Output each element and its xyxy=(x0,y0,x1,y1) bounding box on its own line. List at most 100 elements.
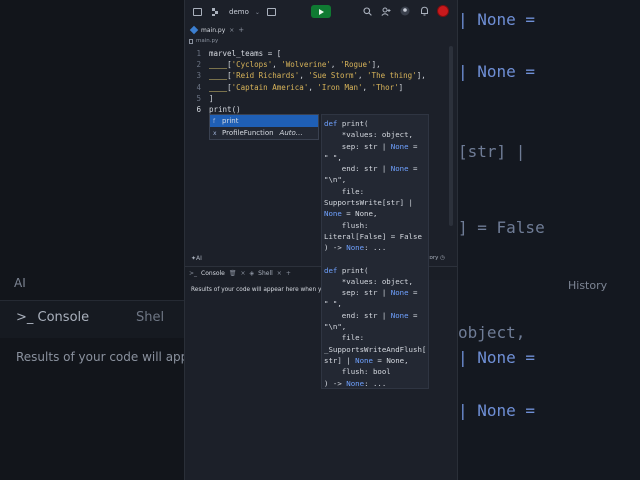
signature-line: *values: object, xyxy=(324,129,426,140)
chevron-down-icon[interactable]: ⌄ xyxy=(255,9,260,16)
top-bar: demo ⌄ xyxy=(185,0,457,24)
ai-label[interactable]: AI xyxy=(196,255,202,262)
signature-token: Literal[False] = False xyxy=(324,231,422,241)
tab-shell[interactable]: Shell xyxy=(258,270,273,277)
layout-icon[interactable] xyxy=(266,6,278,18)
user-avatar[interactable] xyxy=(437,5,449,17)
console-tab-icon: >_ xyxy=(189,270,198,277)
background-code-fragment: object, xyxy=(458,323,526,342)
code-line[interactable]: ____['Cyclops', 'Wolverine', 'Rogue'], xyxy=(209,59,426,70)
signature-line: str] | None = None, xyxy=(324,355,426,366)
replit-mobile-ide: demo ⌄ main.py × + main.py 1 2 3 4 5 6 m… xyxy=(184,0,458,480)
line-number: 6 xyxy=(196,104,201,114)
code-token: ], xyxy=(416,71,426,81)
signature-token: = xyxy=(408,141,418,151)
file-tab-main-py[interactable]: main.py xyxy=(201,27,225,34)
python-file-icon xyxy=(189,25,199,35)
signature-token: flush: xyxy=(324,220,369,230)
signature-line: _SupportsWriteAndFlush[ xyxy=(324,344,426,355)
line-number: 2 xyxy=(196,60,201,70)
signature-line: ) -> None: ... xyxy=(324,242,426,253)
background-code-fragment: ] = False xyxy=(458,218,545,237)
line-number: 4 xyxy=(196,82,201,92)
top-bar-actions xyxy=(361,5,449,17)
close-shell-tab-icon[interactable]: × xyxy=(277,270,282,277)
string-token: 'Cyclops' xyxy=(231,60,273,70)
run-button[interactable] xyxy=(311,5,331,18)
string-token: 'Sue Storm' xyxy=(308,71,359,81)
signature-line: SupportsWrite[str] | xyxy=(324,197,426,208)
signature-token: file: xyxy=(324,333,365,343)
signature-line: None = None, xyxy=(324,208,426,219)
sidebar-toggle-icon[interactable] xyxy=(191,6,203,18)
background-code-fragment: | None = xyxy=(458,62,536,81)
background-code-fragment: | None = xyxy=(458,401,536,420)
breadcrumb-file[interactable]: main.py xyxy=(196,38,218,44)
signature-token: str] | xyxy=(324,355,356,365)
signature-separator xyxy=(324,254,426,265)
keyword-token: None xyxy=(390,288,409,298)
code-line[interactable]: ____['Captain America', 'Iron Man', 'Tho… xyxy=(209,82,426,93)
add-tab-icon[interactable]: + xyxy=(286,270,291,277)
signature-token: " ", xyxy=(324,152,342,162)
string-token: 'Thor' xyxy=(371,82,399,92)
code-line[interactable]: ____['Reid Richards', 'Sue Storm', 'The … xyxy=(209,70,426,81)
signature-line: "\n", xyxy=(324,174,426,185)
keyword-token: None xyxy=(355,355,373,365)
background-shell-label: Shel xyxy=(136,310,165,325)
signature-token: : ... xyxy=(364,243,387,253)
line-number-gutter: 1 23456 xyxy=(185,48,203,115)
code-content[interactable]: marvel_teams = [____['Cyclops', 'Wolveri… xyxy=(209,48,426,115)
background-code-fragment: | None = xyxy=(458,10,536,29)
community-icon[interactable] xyxy=(399,5,411,17)
trash-icon[interactable]: 🗑 xyxy=(229,270,237,277)
play-icon xyxy=(318,8,324,15)
code-line[interactable]: marvel_teams = [ xyxy=(209,48,426,59)
signature-token: = xyxy=(408,288,418,298)
string-token: 'Wolverine' xyxy=(281,60,331,70)
signature-token: *values: object, xyxy=(324,276,413,286)
search-icon[interactable] xyxy=(361,5,373,17)
code-token: print() xyxy=(209,104,241,114)
code-token: ] xyxy=(209,93,214,103)
tab-console[interactable]: Console xyxy=(201,270,225,277)
autocomplete-item[interactable]: f print xyxy=(210,115,318,127)
console-placeholder-text: Results of your code will appear here wh… xyxy=(191,287,329,293)
string-token: 'Rogue' xyxy=(339,60,372,70)
code-token: , xyxy=(362,82,372,92)
code-token: , xyxy=(330,60,340,70)
new-tab-icon[interactable]: + xyxy=(238,26,244,34)
signature-token: _SupportsWriteAndFlush[ xyxy=(324,344,427,354)
background-console-label: >_ Console xyxy=(16,310,90,325)
notification-bell-icon[interactable] xyxy=(418,5,430,17)
signature-line: end: str | None = xyxy=(324,163,426,174)
signature-line: sep: str | None = xyxy=(324,141,426,152)
close-console-tab-icon[interactable]: × xyxy=(240,270,245,277)
string-token: 'Reid Richards' xyxy=(231,71,300,81)
signature-help-popup: def print( *values: object, sep: str | N… xyxy=(321,114,429,389)
autocomplete-item[interactable]: x ProfileFunction Auto… xyxy=(210,127,318,139)
code-line[interactable]: ] xyxy=(209,93,426,104)
keyword-token: None xyxy=(390,164,409,174)
background-ai-label: AI xyxy=(14,276,26,290)
repl-logo-icon[interactable] xyxy=(209,6,221,18)
signature-token: = None, xyxy=(341,209,378,219)
line-number: 5 xyxy=(196,93,201,103)
close-tab-icon[interactable]: × xyxy=(229,27,234,34)
editor-scrollbar[interactable] xyxy=(449,46,453,226)
keyword-token: def xyxy=(324,265,342,275)
completion-kind-icon: x xyxy=(213,129,217,137)
file-icon xyxy=(189,38,193,44)
indent-guide: ____ xyxy=(209,82,228,92)
signature-token: = xyxy=(408,310,418,320)
completion-kind-icon: f xyxy=(213,117,216,125)
string-token: 'Iron Man' xyxy=(317,82,363,92)
keyword-token: None xyxy=(346,378,365,388)
repl-name[interactable]: demo xyxy=(229,8,249,16)
signature-token: SupportsWrite[str] | xyxy=(324,198,413,208)
invite-user-icon[interactable] xyxy=(380,5,392,17)
signature-line: *values: object, xyxy=(324,276,426,287)
signature-line: ) -> None: ... xyxy=(324,378,426,389)
signature-line: " ", xyxy=(324,298,426,309)
completion-label: print xyxy=(222,117,239,125)
